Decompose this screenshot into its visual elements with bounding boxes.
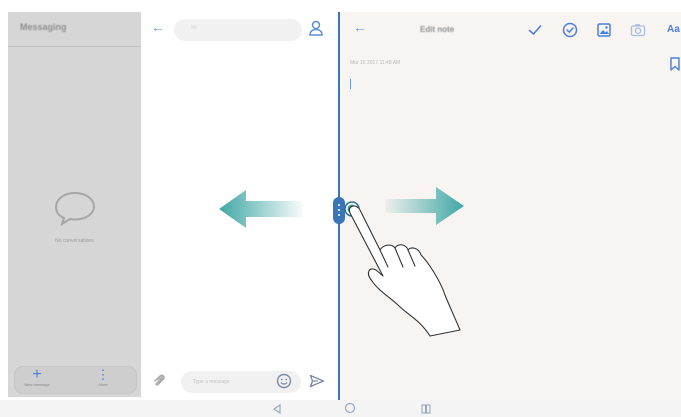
nav-recents-icon[interactable] (420, 403, 432, 415)
arrow-left-icon (219, 190, 302, 228)
drag-gesture-illustration (219, 187, 464, 337)
hand-pointer-icon (348, 205, 461, 337)
system-navigation-bar (0, 400, 681, 417)
nav-home-icon[interactable] (344, 402, 356, 414)
nav-back-icon[interactable] (271, 403, 283, 415)
arrow-right-icon (385, 187, 464, 225)
